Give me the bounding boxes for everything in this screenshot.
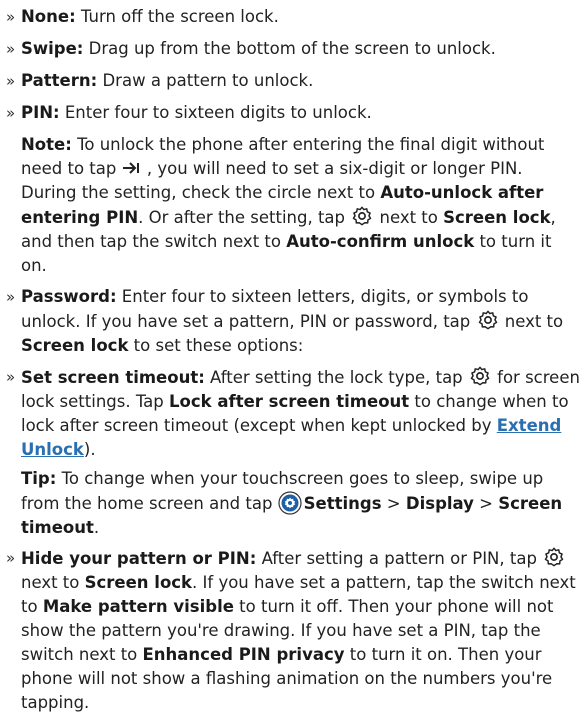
item-text: Drag up from the bottom of the screen to… [83, 39, 496, 58]
item-label: Pattern: [21, 71, 98, 90]
item-text: Enter four to sixteen digits to unlock. [59, 103, 372, 122]
tip-paragraph: Tip: To change when your touchscreen goe… [21, 467, 581, 540]
tip-bold: Settings [303, 494, 382, 513]
item-label: None: [21, 7, 76, 26]
item-bold: Screen lock [84, 573, 193, 592]
bullet-chevron: » [6, 40, 16, 58]
list-item-screen-timeout: » Set screen timeout: After setting the … [6, 365, 586, 462]
item-text: ). [83, 440, 96, 459]
list-item-hide-pattern: » Hide your pattern or PIN: After settin… [6, 546, 586, 715]
bullet-chevron: » [6, 288, 16, 306]
item-label: Swipe: [21, 39, 84, 58]
bullet-chevron: » [6, 8, 16, 26]
tip-text: > [381, 494, 406, 513]
item-text: After setting a pattern or PIN, tap [256, 549, 543, 568]
note-bold: Screen lock [443, 208, 551, 227]
tip-text: . [93, 518, 100, 537]
next-arrow-icon [122, 162, 139, 174]
item-text: next to [499, 312, 564, 331]
item-text: Draw a pattern to unlock. [97, 71, 314, 90]
note-label: Note: [21, 135, 72, 154]
gear-icon [353, 206, 372, 226]
item-bold: Enhanced PIN privacy [142, 645, 345, 664]
note-text: next to [374, 208, 444, 227]
bullet-chevron: » [6, 104, 16, 122]
bullet-chevron: » [6, 72, 16, 90]
bullet-chevron: » [6, 549, 16, 567]
item-text: to set these options: [128, 336, 304, 355]
item-bold: Lock after screen timeout [169, 392, 410, 411]
list-item-password: » Password: Enter four to sixteen letter… [6, 285, 586, 358]
item-bold: Screen lock [21, 336, 129, 355]
tip-label: Tip: [21, 469, 57, 488]
gear-icon [478, 310, 497, 330]
list-item-none: » None: Turn off the screen lock. [6, 5, 586, 29]
item-text: Turn off the screen lock. [75, 7, 279, 26]
item-label: Set screen timeout: [21, 368, 205, 387]
item-label: Hide your pattern or PIN: [21, 549, 257, 568]
settings-app-icon [278, 491, 302, 515]
item-label: Password: [21, 287, 117, 306]
note-text: . Or after the setting, tap [138, 208, 351, 227]
bullet-chevron: » [6, 368, 16, 386]
gear-icon [544, 547, 564, 567]
list-item-pin: » PIN: Enter four to sixteen digits to u… [6, 101, 586, 125]
note-paragraph: Note: To unlock the phone after entering… [21, 133, 581, 278]
item-bold: Make pattern visible [42, 597, 234, 616]
tip-text: > [473, 494, 499, 513]
tip-bold: Display [405, 494, 474, 513]
gear-icon [470, 366, 490, 386]
item-label: PIN: [21, 103, 60, 122]
document-page: » None: Turn off the screen lock. » Swip… [0, 0, 586, 712]
note-bold: Auto-confirm unlock [286, 232, 475, 251]
list-item-pattern: » Pattern: Draw a pattern to unlock. [6, 69, 586, 93]
item-text: next to [21, 573, 85, 592]
item-text: After setting the lock type, tap [204, 368, 468, 387]
list-item-swipe: » Swipe: Drag up from the bottom of the … [6, 37, 586, 61]
